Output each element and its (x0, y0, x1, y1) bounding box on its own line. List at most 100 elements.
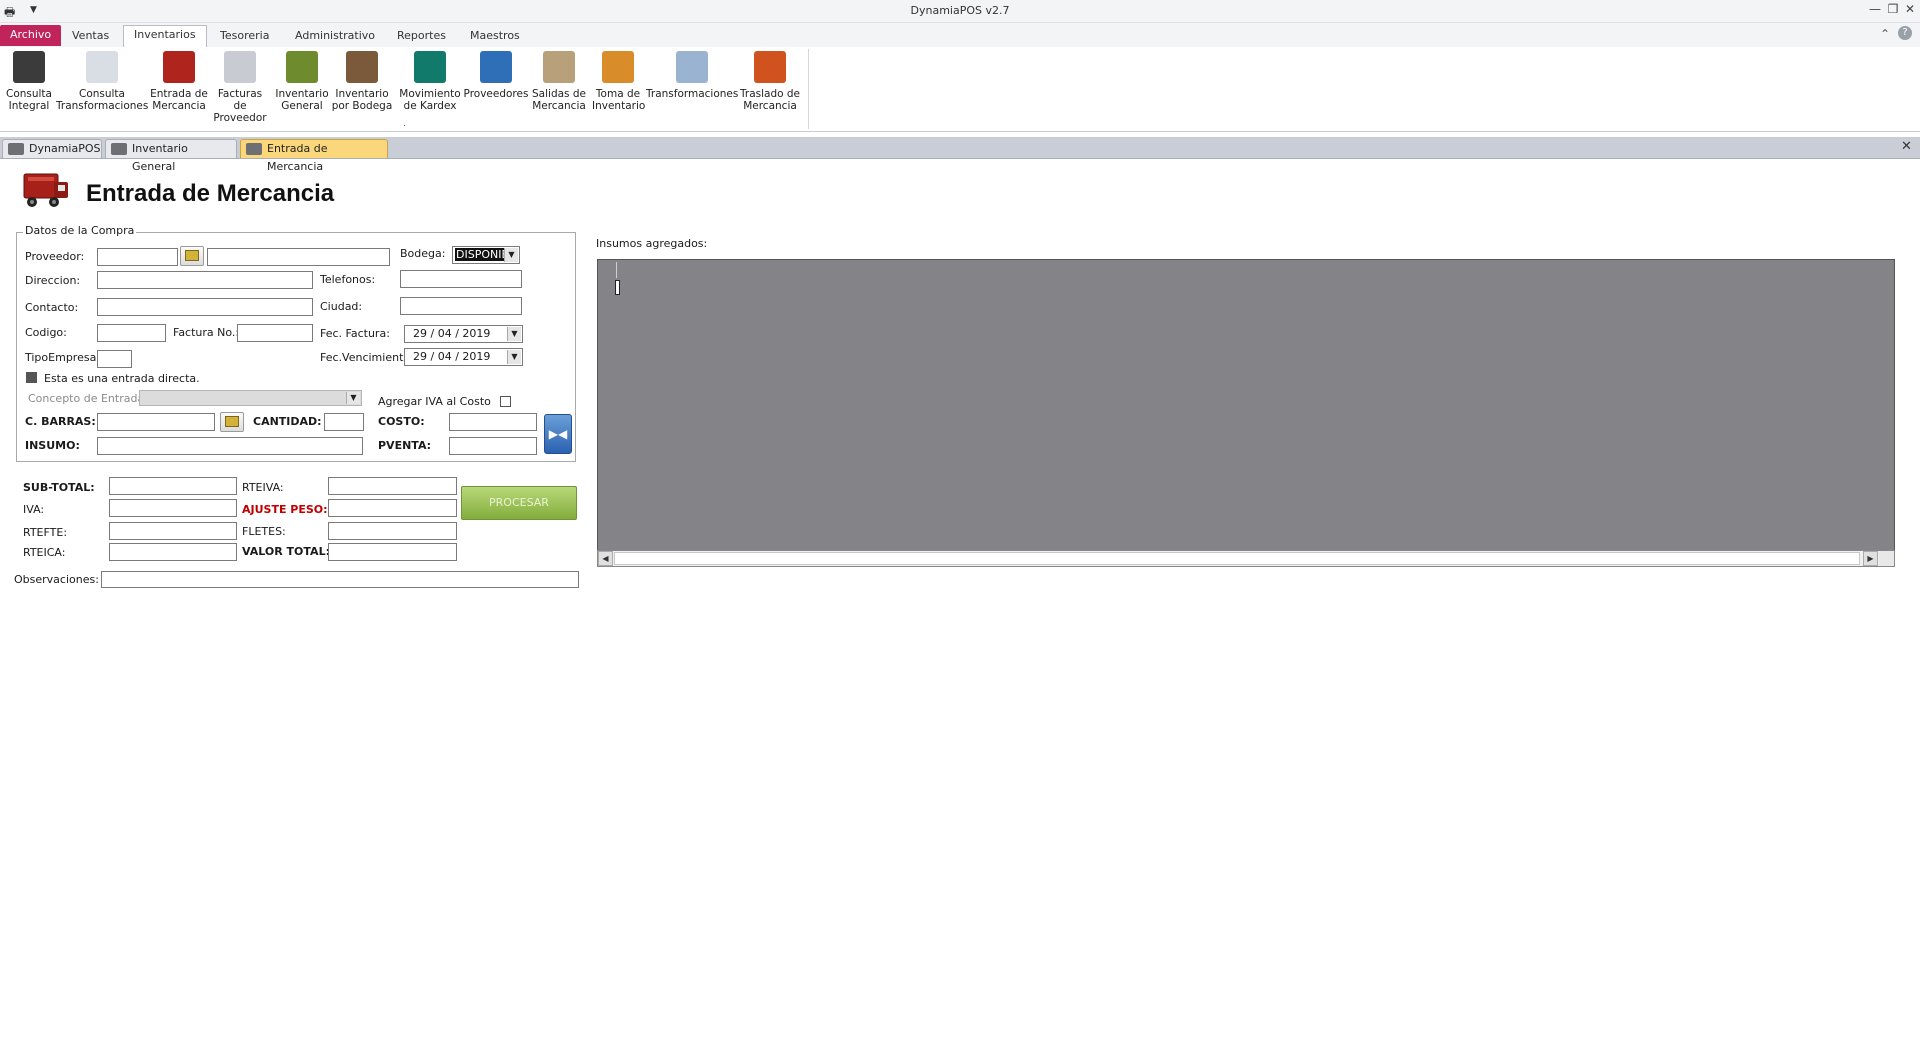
iva-input[interactable] (109, 499, 237, 517)
ribbon-button-label: Proveedor (213, 112, 267, 124)
doc-tab-dynamiapos[interactable]: DynamiaPOS (2, 139, 102, 158)
doc-tab-label: Entrada de Mercancia (267, 142, 328, 173)
restore-icon[interactable]: ❐ (1886, 2, 1900, 16)
valor-total-input[interactable] (328, 543, 457, 561)
boxes-icon (286, 51, 318, 83)
agregar-iva-checkbox[interactable] (500, 396, 511, 407)
ribbon-button-label: Inventario (275, 88, 329, 100)
tab-archivo[interactable]: Archivo (0, 25, 62, 46)
factura-no-label: Factura No.: (173, 326, 240, 339)
fletes-input[interactable] (328, 522, 457, 540)
proveedor-name-input[interactable] (207, 248, 390, 266)
valor-total-label: VALOR TOTAL: (242, 545, 330, 558)
search-barcode-button[interactable] (220, 412, 244, 432)
entrada-directa-checkbox[interactable] (26, 372, 37, 383)
ribbon-button-consulta-integral[interactable]: Consulta Integral (4, 51, 54, 112)
ribbon-button-label: Consulta (78, 88, 125, 100)
ribbon-button-proveedores[interactable]: Proveedores (462, 51, 530, 100)
printer-icon (246, 143, 262, 155)
fec-vencimiento-value: 29 / 04 / 2019 (413, 350, 491, 363)
proveedor-code-input[interactable] (97, 248, 178, 266)
codigo-input[interactable] (97, 324, 166, 342)
tab-maestros[interactable]: Maestros (460, 27, 530, 47)
bodega-label: Bodega: (400, 247, 446, 260)
costo-label: COSTO: (378, 415, 425, 428)
chevron-down-icon[interactable]: ▼ (346, 392, 360, 404)
ribbon-button-entrada-de-mercancia[interactable]: Entrada de Mercancia (150, 51, 208, 112)
sub-total-input[interactable] (109, 477, 237, 495)
chevron-down-icon[interactable]: ▼ (507, 350, 521, 364)
book-icon (414, 51, 446, 83)
warehouse-icon (346, 51, 378, 83)
ribbon-button-label: Consulta (5, 88, 52, 100)
c-barras-input[interactable] (97, 413, 215, 431)
doc-tab-inventario-general[interactable]: Inventario General (105, 139, 237, 173)
doc-tab-entrada-de-mercancia[interactable]: Entrada de Mercancia (240, 139, 388, 173)
fec-vencimiento-datepicker[interactable]: 29 / 04 / 2019 ▼ (404, 348, 523, 366)
ribbon-button-inventario-por-bodega[interactable]: Inventario por Bodega (330, 51, 394, 112)
pventa-input[interactable] (449, 437, 537, 455)
minimize-icon[interactable]: — (1868, 2, 1882, 16)
ribbon-group-launcher-icon[interactable]: . (403, 119, 406, 129)
clipboard-icon (602, 51, 634, 83)
codigo-label: Codigo: (25, 326, 67, 339)
fec-factura-datepicker[interactable]: 29 / 04 / 2019 ▼ (404, 325, 523, 343)
ajuste-peso-input[interactable] (328, 499, 457, 517)
insumos-agregados-label: Insumos agregados: (596, 237, 708, 250)
contacto-label: Contacto: (25, 301, 79, 314)
observaciones-input[interactable] (101, 571, 579, 588)
insumo-input[interactable] (97, 437, 363, 455)
contacto-input[interactable] (97, 298, 313, 316)
concepto-entrada-select[interactable]: ▼ (139, 390, 362, 406)
ribbon-button-consulta-transformaciones[interactable]: Consulta Transformaciones (56, 51, 148, 112)
ribbon-button-facturas-de-proveedor[interactable]: Facturas de Proveedor (210, 51, 270, 124)
ciudad-input[interactable] (400, 297, 522, 315)
telefonos-input[interactable] (400, 270, 522, 288)
factura-no-input[interactable] (237, 324, 313, 342)
bodega-select[interactable]: DISPONIB ▼ (452, 246, 520, 264)
tab-administrativo[interactable]: Administrativo (285, 27, 385, 47)
help-icon[interactable]: ? (1898, 26, 1912, 40)
close-window-icon[interactable]: ✕ (1903, 2, 1917, 16)
procesar-button[interactable]: PROCESAR (461, 486, 577, 520)
ribbon-collapse-icon[interactable]: ⌃ (1880, 27, 1890, 41)
ribbon-button-label: General (281, 100, 323, 112)
lookup-icon (225, 416, 239, 427)
rteica-input[interactable] (109, 543, 237, 561)
doc-tab-label: Inventario General (132, 142, 188, 173)
ribbon-button-inventario-general[interactable]: Inventario General (274, 51, 330, 112)
lookup-icon (185, 250, 199, 261)
ribbon-button-toma-de-inventario[interactable]: Toma de Inventario (592, 51, 645, 112)
chevron-down-icon[interactable]: ▼ (507, 327, 521, 341)
iva-label: IVA: (23, 503, 45, 516)
tab-ventas[interactable]: Ventas (62, 27, 119, 47)
scroll-left-icon[interactable]: ◀ (598, 551, 613, 566)
ribbon-button-movimiento-de-kardex[interactable]: Movimiento de Kardex (398, 51, 462, 112)
costo-input[interactable] (449, 413, 537, 431)
ribbon-button-label: Movimiento (399, 88, 461, 100)
insumos-grid[interactable] (597, 259, 1895, 567)
direccion-input[interactable] (97, 271, 313, 289)
ribbon-button-salidas-de-mercancia[interactable]: Salidas de Mercancia (532, 51, 586, 112)
tab-reportes[interactable]: Reportes (387, 27, 456, 47)
tab-inventarios[interactable]: Inventarios (123, 25, 207, 48)
grid-horizontal-scrollbar[interactable]: ◀ ▶ (597, 550, 1895, 567)
rtefte-input[interactable] (109, 522, 237, 540)
close-tab-icon[interactable]: ✕ (1901, 139, 1912, 154)
grid-row-selector[interactable] (615, 280, 620, 295)
rteiva-input[interactable] (328, 477, 457, 495)
add-insumo-button[interactable]: ▶◀ (544, 414, 572, 454)
chevron-down-icon[interactable]: ▼ (504, 248, 518, 262)
cantidad-input[interactable] (324, 413, 364, 431)
scrollbar-thumb[interactable] (614, 552, 1860, 565)
scroll-right-icon[interactable]: ▶ (1863, 551, 1878, 566)
tipo-empresa-input[interactable] (97, 350, 132, 368)
tab-tesoreria[interactable]: Tesoreria (210, 27, 279, 47)
ribbon-button-traslado-de-mercancia[interactable]: Traslado de Mercancia (738, 51, 802, 112)
window-title: DynamiaPOS v2.7 (910, 4, 1010, 17)
search-proveedor-button[interactable] (180, 246, 204, 266)
ribbon-button-transformaciones[interactable]: Transformaciones (646, 51, 738, 100)
proveedor-label: Proveedor: (25, 250, 85, 263)
rtefte-label: RTEFTE: (23, 526, 68, 539)
direccion-label: Direccion: (25, 274, 81, 287)
